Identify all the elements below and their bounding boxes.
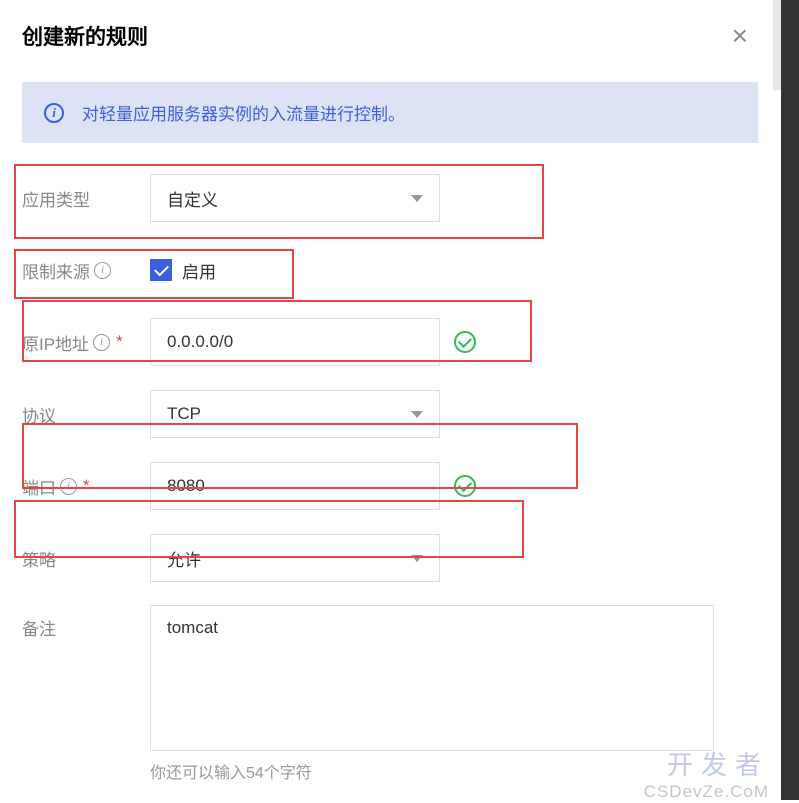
restrict-source-label: 限制来源 i xyxy=(22,258,150,283)
info-icon[interactable]: i xyxy=(60,478,77,495)
policy-value: 允许 xyxy=(167,546,201,571)
remark-row: 备注 xyxy=(22,605,758,751)
required-mark: * xyxy=(116,332,123,352)
valid-check-icon xyxy=(454,475,476,497)
watermark-sub: CSDevZe.CoM xyxy=(644,782,769,802)
port-label: 端口 i * xyxy=(22,474,150,499)
port-input[interactable] xyxy=(150,462,440,510)
close-button[interactable]: × xyxy=(722,20,758,52)
required-mark: * xyxy=(83,476,90,496)
chevron-down-icon xyxy=(411,555,423,562)
source-ip-label: 原IP地址 i * xyxy=(22,330,150,355)
modal-title: 创建新的规则 xyxy=(22,21,148,51)
remark-label: 备注 xyxy=(22,605,150,640)
window-edge xyxy=(773,0,781,90)
protocol-value: TCP xyxy=(167,404,201,424)
valid-check-icon xyxy=(454,331,476,353)
protocol-row: 协议 TCP xyxy=(22,389,758,439)
restrict-source-checkbox-wrap: 启用 xyxy=(150,258,216,283)
restrict-source-row: 限制来源 i 启用 xyxy=(22,245,758,295)
window-scrollbar-track xyxy=(781,0,799,800)
app-type-select[interactable]: 自定义 xyxy=(150,174,440,222)
policy-label: 策略 xyxy=(22,546,150,571)
info-icon[interactable]: i xyxy=(94,262,111,279)
source-ip-label-text: 原IP地址 xyxy=(22,330,89,355)
info-icon: i xyxy=(44,103,64,123)
create-rule-modal: 创建新的规则 × i 对轻量应用服务器实例的入流量进行控制。 应用类型 自定义 … xyxy=(0,0,780,803)
info-banner: i 对轻量应用服务器实例的入流量进行控制。 xyxy=(22,82,758,143)
port-label-text: 端口 xyxy=(22,474,56,499)
restrict-source-checkbox-label: 启用 xyxy=(182,258,216,283)
app-type-value: 自定义 xyxy=(167,186,218,211)
port-row: 端口 i * xyxy=(22,461,758,511)
policy-select[interactable]: 允许 xyxy=(150,534,440,582)
restrict-source-label-text: 限制来源 xyxy=(22,258,90,283)
app-type-row: 应用类型 自定义 xyxy=(22,173,758,223)
policy-row: 策略 允许 xyxy=(22,533,758,583)
info-banner-text: 对轻量应用服务器实例的入流量进行控制。 xyxy=(82,100,405,125)
info-icon[interactable]: i xyxy=(93,334,110,351)
app-type-label: 应用类型 xyxy=(22,186,150,211)
restrict-source-checkbox[interactable] xyxy=(150,259,172,281)
source-ip-input[interactable] xyxy=(150,318,440,366)
source-ip-row: 原IP地址 i * xyxy=(22,317,758,367)
protocol-label: 协议 xyxy=(22,402,150,427)
watermark: 开发者 xyxy=(667,745,769,782)
chevron-down-icon xyxy=(411,411,423,418)
chevron-down-icon xyxy=(411,195,423,202)
remark-textarea[interactable] xyxy=(150,605,714,751)
modal-header: 创建新的规则 × xyxy=(22,20,758,52)
protocol-select[interactable]: TCP xyxy=(150,390,440,438)
